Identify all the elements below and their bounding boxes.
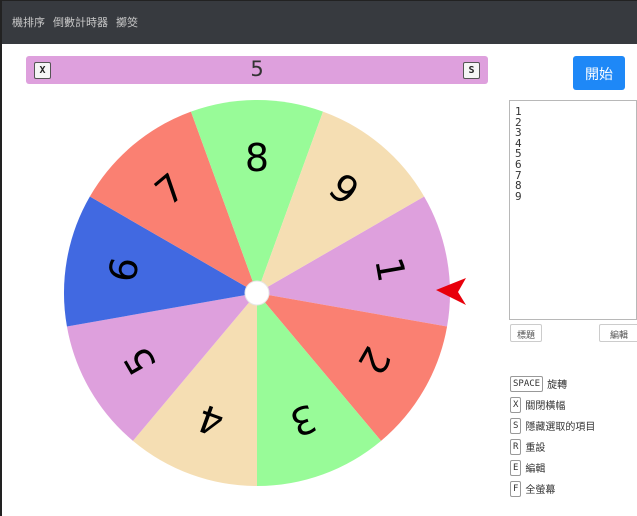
- list-item: 2: [515, 115, 522, 129]
- list-item: 7: [515, 168, 522, 182]
- wheel-label-8: 8: [245, 136, 269, 180]
- shortcut-description: 隱藏選取的項目: [525, 422, 596, 433]
- edit-button[interactable]: 編輯: [599, 324, 637, 342]
- shortcut-key: S: [510, 417, 522, 434]
- title-button[interactable]: 標題: [510, 324, 542, 342]
- list-item: 5: [515, 147, 522, 161]
- shortcut-key: R: [510, 438, 522, 455]
- keyboard-shortcuts: SPACE 旋轉 X 關閉橫幅 S 隱藏選取的項目 R 重設 E 編輯 F 全螢…: [510, 373, 595, 499]
- shortcut-e: E 編輯: [510, 457, 595, 478]
- list-item: 8: [515, 179, 522, 193]
- shortcut-description: 關閉橫幅: [525, 401, 566, 412]
- shortcut-key: E: [510, 459, 522, 476]
- items-list-textarea[interactable]: 1 2 3 4 5 6 7 8 9: [509, 100, 637, 320]
- shortcut-r: R 重設: [510, 436, 595, 457]
- list-item: 9: [515, 189, 522, 203]
- shortcut-x: X 關閉橫幅: [510, 394, 595, 415]
- shortcut-description: 旋轉: [547, 380, 568, 391]
- shortcut-space: SPACE 旋轉: [510, 373, 595, 394]
- wheel-hub: [244, 280, 270, 306]
- shortcut-s: S 隱藏選取的項目: [510, 415, 595, 436]
- shortcut-key: F: [510, 480, 522, 497]
- shortcut-key: SPACE: [510, 375, 544, 392]
- shortcut-key: X: [510, 396, 522, 413]
- list-item: 4: [515, 136, 522, 150]
- list-item: 3: [515, 126, 522, 140]
- shortcut-description: 重設: [525, 443, 546, 454]
- shortcut-description: 全螢幕: [525, 485, 556, 496]
- shortcut-f: F 全螢幕: [510, 478, 595, 499]
- list-item: 1: [515, 105, 522, 118]
- shortcut-description: 編輯: [525, 464, 546, 475]
- list-item: 6: [515, 157, 522, 171]
